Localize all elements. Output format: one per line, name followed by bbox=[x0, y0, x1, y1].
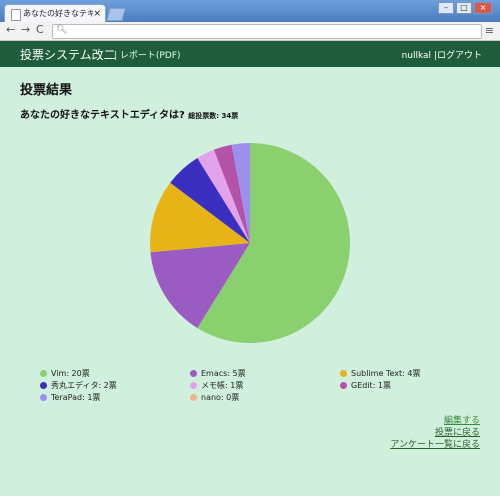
app-navbar: 投票システム改二 | レポート(PDF) nullkal |ログアウト bbox=[0, 41, 500, 67]
search-icon: 🔍︎ bbox=[56, 25, 68, 35]
page-links: 編集する 投票に戻る アンケート一覧に戻る bbox=[390, 415, 480, 451]
question-label: あなたの好きなテキストエディタは? bbox=[20, 110, 185, 121]
title-bar: あなたの好きなテキスト: × – □ × bbox=[0, 0, 500, 23]
page-content: 投票システム改二 | レポート(PDF) nullkal |ログアウト 投票結果… bbox=[0, 41, 500, 496]
reload-icon[interactable]: C bbox=[36, 23, 44, 36]
legend-swatch bbox=[40, 382, 47, 389]
legend-swatch bbox=[190, 370, 197, 377]
username-link[interactable]: nullkal bbox=[402, 51, 431, 61]
legend-item: メモ帳: 1票 bbox=[190, 380, 243, 391]
legend-item: Sublime Text: 4票 bbox=[340, 368, 420, 379]
tab-title: あなたの好きなテキスト: bbox=[23, 9, 93, 18]
forward-icon[interactable]: → bbox=[21, 23, 30, 36]
legend-item: 秀丸エディタ: 2票 bbox=[40, 380, 117, 391]
total-votes: 総投票数: 34票 bbox=[188, 112, 239, 120]
legend-label: GEdit: 1票 bbox=[351, 381, 392, 390]
legend-label: 秀丸エディタ: 2票 bbox=[51, 381, 117, 390]
browser-tab[interactable]: あなたの好きなテキスト: × bbox=[4, 4, 106, 23]
user-menu: nullkal |ログアウト bbox=[402, 48, 482, 61]
back-icon[interactable]: ← bbox=[6, 23, 15, 36]
legend-swatch bbox=[40, 370, 47, 377]
legend-label: TeraPad: 1票 bbox=[51, 393, 101, 402]
legend-swatch bbox=[40, 394, 47, 401]
new-tab-button[interactable] bbox=[106, 8, 126, 21]
legend-swatch bbox=[190, 382, 197, 389]
legend-item: Vim: 20票 bbox=[40, 368, 90, 379]
page-title: 投票結果 bbox=[20, 83, 73, 98]
legend-label: Sublime Text: 4票 bbox=[351, 369, 421, 378]
edit-link[interactable]: 編集する bbox=[390, 415, 480, 427]
legend-label: Emacs: 5票 bbox=[201, 369, 246, 378]
results-pie-chart bbox=[150, 143, 350, 343]
minimize-button[interactable]: – bbox=[438, 2, 454, 14]
legend-label: メモ帳: 1票 bbox=[201, 381, 244, 390]
legend-item: nano: 0票 bbox=[190, 392, 239, 403]
legend-swatch bbox=[340, 382, 347, 389]
back-to-list-link[interactable]: アンケート一覧に戻る bbox=[390, 439, 480, 451]
close-window-button[interactable]: × bbox=[474, 2, 492, 14]
legend-item: TeraPad: 1票 bbox=[40, 392, 100, 403]
legend-label: Vim: 20票 bbox=[51, 369, 90, 378]
legend-item: GEdit: 1票 bbox=[340, 380, 391, 391]
legend-item: Emacs: 5票 bbox=[190, 368, 246, 379]
legend-swatch bbox=[340, 370, 347, 377]
question-text: あなたの好きなテキストエディタは? 総投票数: 34票 bbox=[20, 106, 238, 121]
report-pdf-link[interactable]: | レポート(PDF) bbox=[114, 48, 180, 61]
browser-window: あなたの好きなテキスト: × – □ × ← → C 🔍︎ ≡ 投票システム改二… bbox=[0, 0, 500, 496]
address-bar[interactable]: 🔍︎ bbox=[52, 24, 482, 39]
page-icon bbox=[11, 9, 21, 21]
app-brand[interactable]: 投票システム改二 bbox=[20, 46, 116, 63]
legend-swatch bbox=[190, 394, 197, 401]
maximize-button[interactable]: □ bbox=[456, 2, 472, 14]
logout-link[interactable]: ログアウト bbox=[437, 51, 482, 61]
window-controls: – □ × bbox=[438, 2, 492, 14]
back-to-vote-link[interactable]: 投票に戻る bbox=[390, 427, 480, 439]
legend-label: nano: 0票 bbox=[201, 393, 240, 402]
browser-toolbar: ← → C 🔍︎ ≡ bbox=[0, 22, 500, 41]
menu-icon[interactable]: ≡ bbox=[485, 24, 494, 37]
tab-close-icon[interactable]: × bbox=[93, 5, 101, 23]
